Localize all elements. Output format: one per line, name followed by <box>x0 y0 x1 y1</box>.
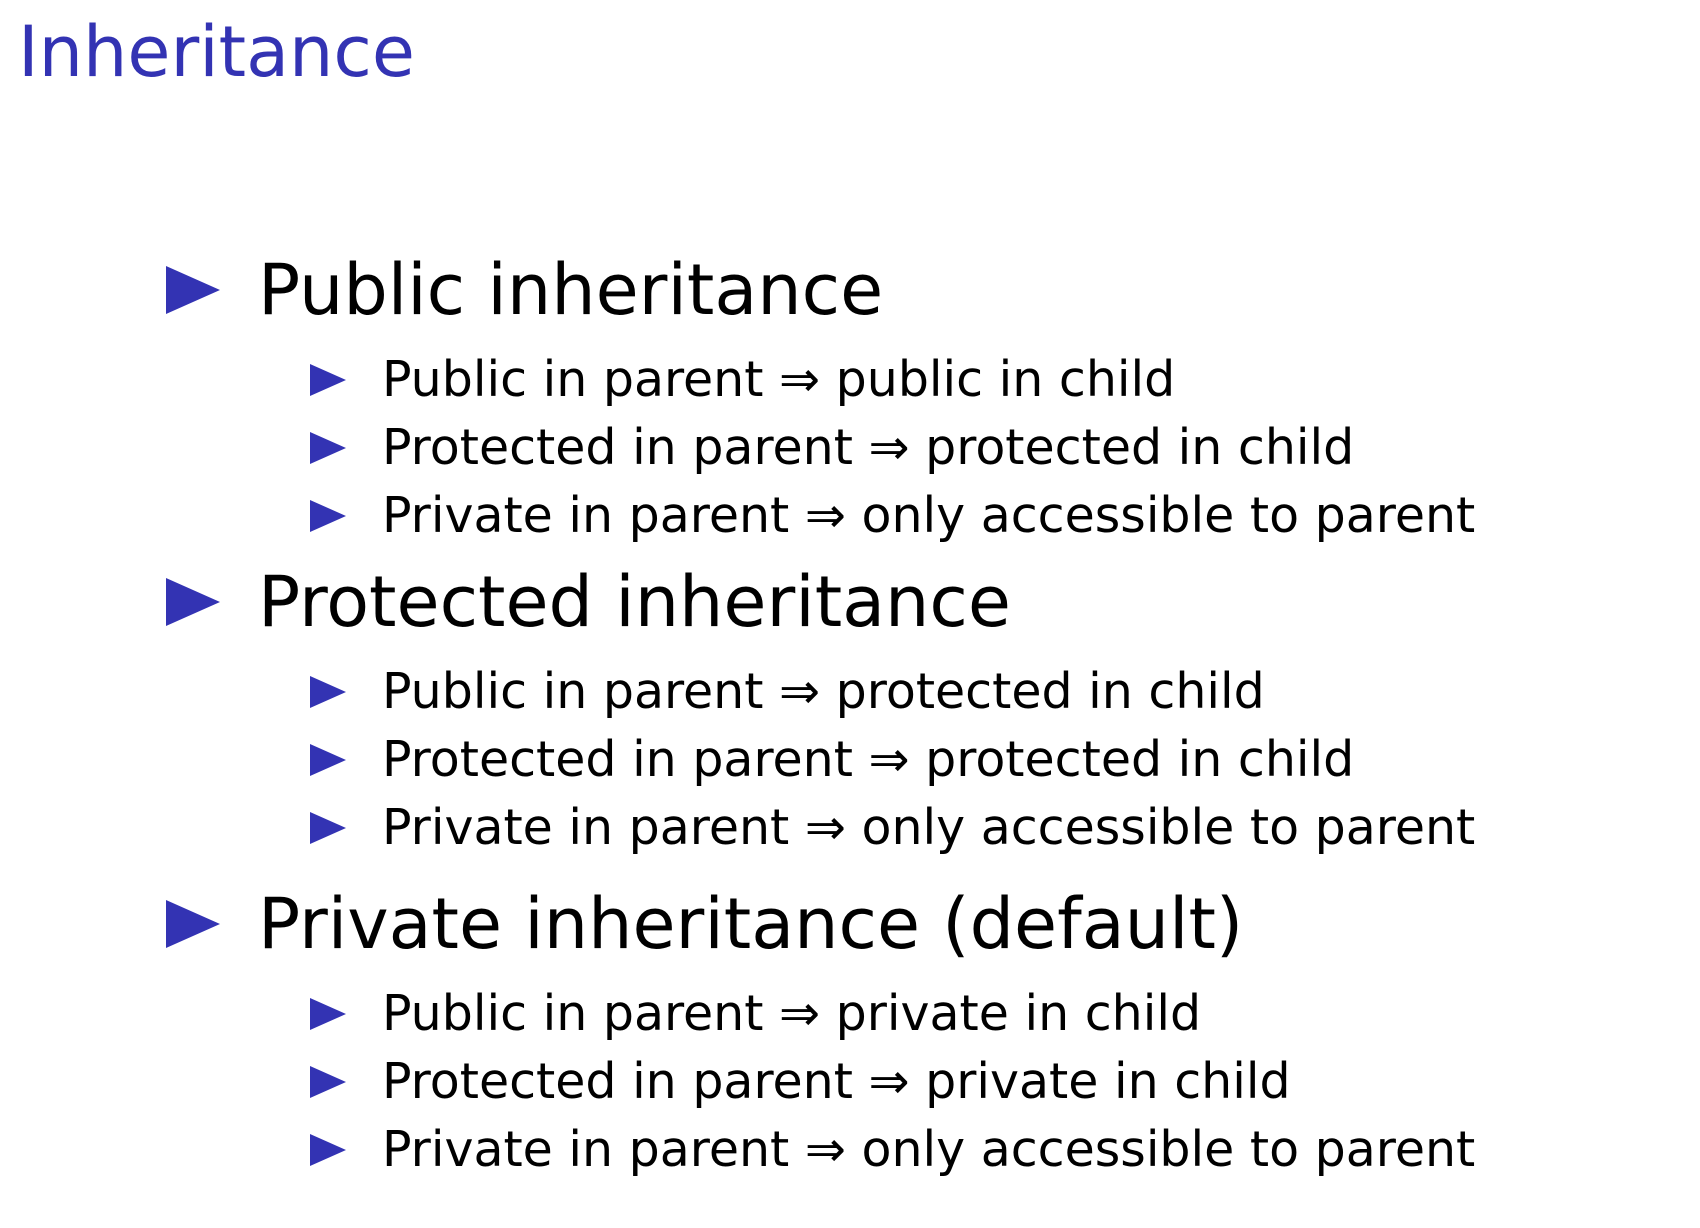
section-heading: Private inheritance (default) <box>258 883 1244 965</box>
triangle-right-icon <box>310 500 346 532</box>
child-access: only accessible to parent <box>861 487 1476 544</box>
implies-arrow: ⇒ <box>779 663 821 720</box>
list-item-text: Private in parent ⇒ only accessible to p… <box>382 486 1475 546</box>
parent-access: Public in parent <box>382 351 764 408</box>
triangle-right-icon <box>310 676 346 708</box>
child-access: protected in child <box>925 731 1355 788</box>
triangle-right-icon <box>310 432 346 464</box>
parent-access: Private in parent <box>382 799 790 856</box>
parent-access: Private in parent <box>382 487 790 544</box>
implies-arrow: ⇒ <box>779 351 821 408</box>
list-item: Protected in parent ⇒ private in child <box>0 1052 1700 1112</box>
child-access: public in child <box>835 351 1176 408</box>
child-access: protected in child <box>835 663 1265 720</box>
parent-access: Public in parent <box>382 985 764 1042</box>
list-item-text: Protected in parent ⇒ protected in child <box>382 730 1354 790</box>
section-heading: Public inheritance <box>258 249 884 331</box>
list-item-text: Public in parent ⇒ public in child <box>382 350 1175 410</box>
list-item: Public in parent ⇒ private in child <box>0 984 1700 1044</box>
triangle-right-icon <box>310 812 346 844</box>
list-item: Protected in parent ⇒ protected in child <box>0 730 1700 790</box>
parent-access: Public in parent <box>382 663 764 720</box>
child-access: protected in child <box>925 419 1355 476</box>
implies-arrow: ⇒ <box>804 487 846 544</box>
list-item: Public in parent ⇒ public in child <box>0 350 1700 410</box>
implies-arrow: ⇒ <box>804 1121 846 1178</box>
parent-access: Protected in parent <box>382 1053 853 1110</box>
list-item-text: Private in parent ⇒ only accessible to p… <box>382 798 1475 858</box>
triangle-right-icon <box>166 578 220 626</box>
implies-arrow: ⇒ <box>804 799 846 856</box>
list-item-text: Public in parent ⇒ private in child <box>382 984 1201 1044</box>
list-item-text: Protected in parent ⇒ protected in child <box>382 418 1354 478</box>
child-access: only accessible to parent <box>861 1121 1476 1178</box>
section-heading-row: Protected inheritance <box>0 562 1700 642</box>
triangle-right-icon <box>166 900 220 948</box>
implies-arrow: ⇒ <box>868 419 910 476</box>
parent-access: Protected in parent <box>382 731 853 788</box>
section-heading: Protected inheritance <box>258 561 1011 643</box>
implies-arrow: ⇒ <box>868 1053 910 1110</box>
triangle-right-icon <box>310 1134 346 1166</box>
list-item-text: Private in parent ⇒ only accessible to p… <box>382 1120 1475 1180</box>
parent-access: Private in parent <box>382 1121 790 1178</box>
section-heading-row: Private inheritance (default) <box>0 884 1700 964</box>
child-access: private in child <box>925 1053 1291 1110</box>
list-item: Private in parent ⇒ only accessible to p… <box>0 1120 1700 1180</box>
list-item-text: Public in parent ⇒ protected in child <box>382 662 1265 722</box>
child-access: private in child <box>835 985 1202 1042</box>
list-item: Private in parent ⇒ only accessible to p… <box>0 486 1700 546</box>
triangle-right-icon <box>166 266 220 314</box>
triangle-right-icon <box>310 998 346 1030</box>
list-item: Protected in parent ⇒ protected in child <box>0 418 1700 478</box>
list-item-text: Protected in parent ⇒ private in child <box>382 1052 1291 1112</box>
list-item: Public in parent ⇒ protected in child <box>0 662 1700 722</box>
list-item: Private in parent ⇒ only accessible to p… <box>0 798 1700 858</box>
parent-access: Protected in parent <box>382 419 853 476</box>
implies-arrow: ⇒ <box>779 985 821 1042</box>
section-heading-row: Public inheritance <box>0 250 1700 330</box>
implies-arrow: ⇒ <box>868 731 910 788</box>
triangle-right-icon <box>310 364 346 396</box>
triangle-right-icon <box>310 1066 346 1098</box>
triangle-right-icon <box>310 744 346 776</box>
slide-title: Inheritance <box>18 11 415 93</box>
child-access: only accessible to parent <box>861 799 1476 856</box>
